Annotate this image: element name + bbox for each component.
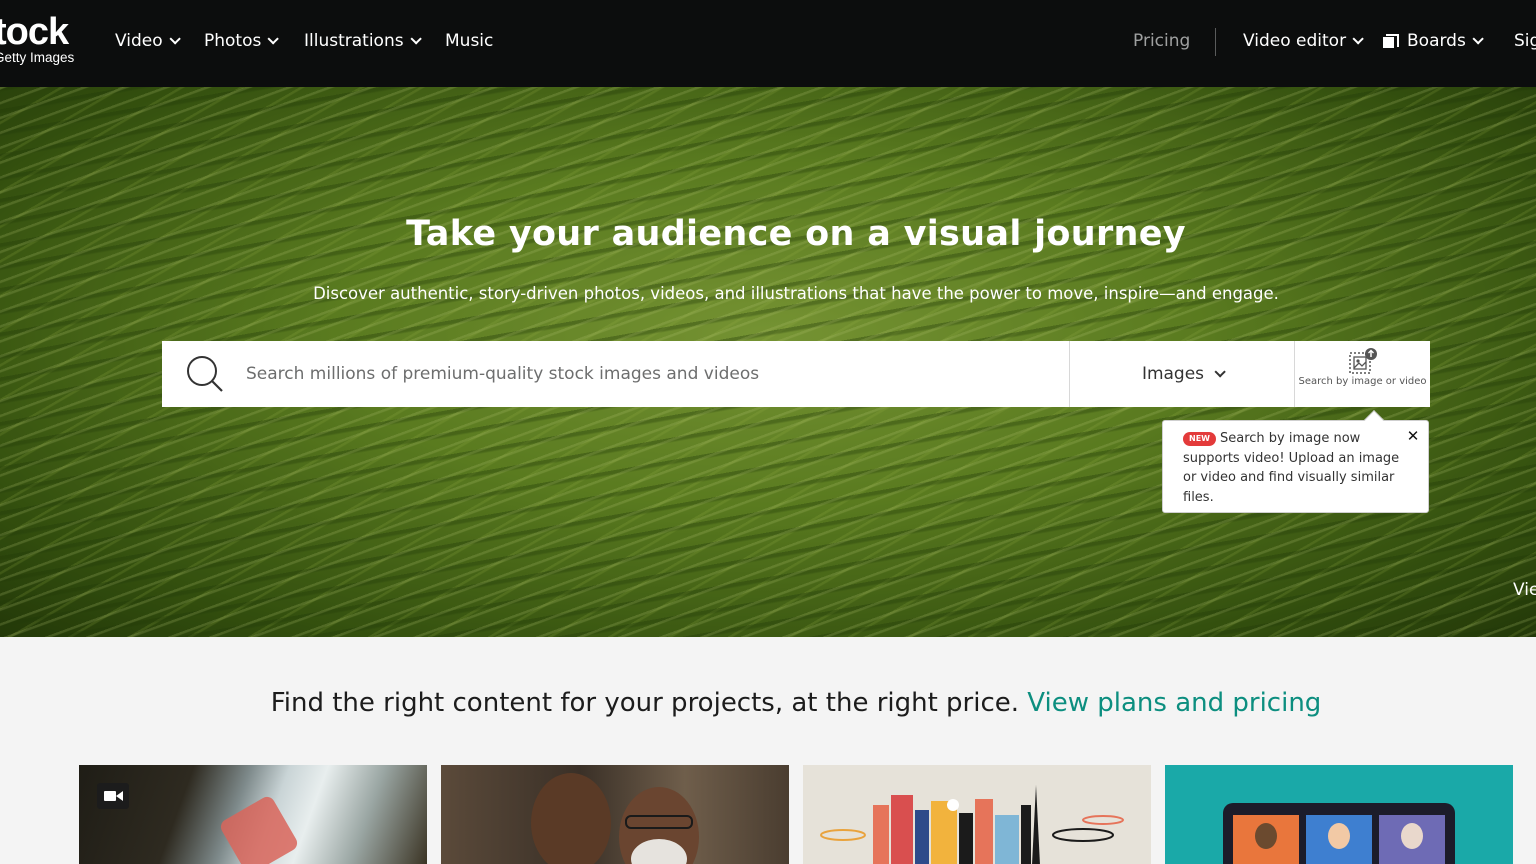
video-call-tile <box>1379 815 1445 864</box>
nav-boards[interactable]: Boards <box>1383 30 1484 52</box>
chevron-down-icon <box>169 33 181 45</box>
nav-video-label: Video <box>115 31 163 51</box>
boards-icon <box>1383 34 1399 48</box>
illustration-card[interactable] <box>803 765 1151 864</box>
nav-video-editor-label: Video editor <box>1243 31 1347 51</box>
nav-divider <box>1215 28 1216 56</box>
nav-pricing[interactable]: Pricing <box>1133 30 1190 52</box>
person-left <box>531 773 611 864</box>
chevron-down-icon <box>267 33 280 45</box>
nav-video[interactable]: Video <box>115 30 181 52</box>
nav-illustrations-label: Illustrations <box>304 31 404 51</box>
tablet-illustration <box>1223 803 1455 864</box>
media-type-dropdown[interactable]: Images <box>1070 341 1294 407</box>
nav-music[interactable]: Music <box>445 30 493 52</box>
nav-illustrations[interactable]: Illustrations <box>304 30 422 52</box>
search-input[interactable] <box>246 355 1066 393</box>
nav-boards-label: Boards <box>1407 31 1466 51</box>
pricing-banner: Find the right content for your projects… <box>0 688 1536 718</box>
nav-photos-label: Photos <box>204 31 262 51</box>
logo-wordmark: tock <box>0 11 69 53</box>
media-type-label: Images <box>1141 364 1205 384</box>
nav-sign-in-label: Sig <box>1514 31 1536 51</box>
search-by-image-tooltip: NEW Search by image now supports video! U… <box>1162 410 1429 513</box>
search-by-image-label: Search by image or video <box>1298 376 1427 387</box>
hero-banner: Take your audience on a visual journey D… <box>0 87 1536 637</box>
view-plans-link[interactable]: View plans and pricing <box>1027 688 1321 718</box>
new-badge: NEW <box>1183 432 1216 446</box>
chevron-down-icon <box>410 33 422 45</box>
nav-photos[interactable]: Photos <box>204 30 280 52</box>
chevron-down-icon <box>1214 366 1226 378</box>
chevron-down-icon <box>1472 33 1484 45</box>
search-bar: Images Search by image or video <box>162 341 1430 407</box>
nav-video-editor[interactable]: Video editor <box>1243 30 1364 52</box>
image-upload-icon <box>1349 348 1377 374</box>
city-illustration <box>820 785 1124 864</box>
person-head <box>1328 823 1350 849</box>
video-camera-icon <box>97 783 129 809</box>
chevron-down-icon <box>1352 33 1364 45</box>
pricing-banner-text: Find the right content for your projects… <box>270 688 1028 718</box>
kayak-shape <box>218 794 300 864</box>
view-portfolio-link[interactable]: Vie <box>1513 580 1536 600</box>
nav-music-label: Music <box>445 31 494 51</box>
top-navigation-bar: tock Getty Images Video Photos Illustrat… <box>0 0 1536 87</box>
person-head <box>1255 823 1277 849</box>
close-icon[interactable]: ✕ <box>1406 429 1420 444</box>
hero-title: Take your audience on a visual journey <box>406 214 1186 254</box>
istock-logo[interactable]: tock Getty Images <box>0 11 74 65</box>
logo-subtitle: Getty Images <box>0 50 75 65</box>
search-icon[interactable] <box>186 355 224 393</box>
person-head <box>1401 823 1423 849</box>
nav-pricing-label: Pricing <box>1133 31 1191 51</box>
tooltip-message: Search by image now supports video! Uplo… <box>1183 431 1400 505</box>
search-by-image-button[interactable]: Search by image or video <box>1295 341 1430 407</box>
video-card[interactable] <box>79 765 427 864</box>
photo-card[interactable] <box>441 765 789 864</box>
glasses-shape <box>625 815 693 829</box>
nav-sign-in[interactable]: Sig <box>1514 30 1536 52</box>
hero-subtitle: Discover authentic, story-driven photos,… <box>313 284 1279 303</box>
video-call-tile <box>1233 815 1299 864</box>
video-call-tile <box>1306 815 1372 864</box>
vector-card[interactable] <box>1165 765 1513 864</box>
tooltip-text-block: NEW Search by image now supports video! U… <box>1183 429 1409 507</box>
